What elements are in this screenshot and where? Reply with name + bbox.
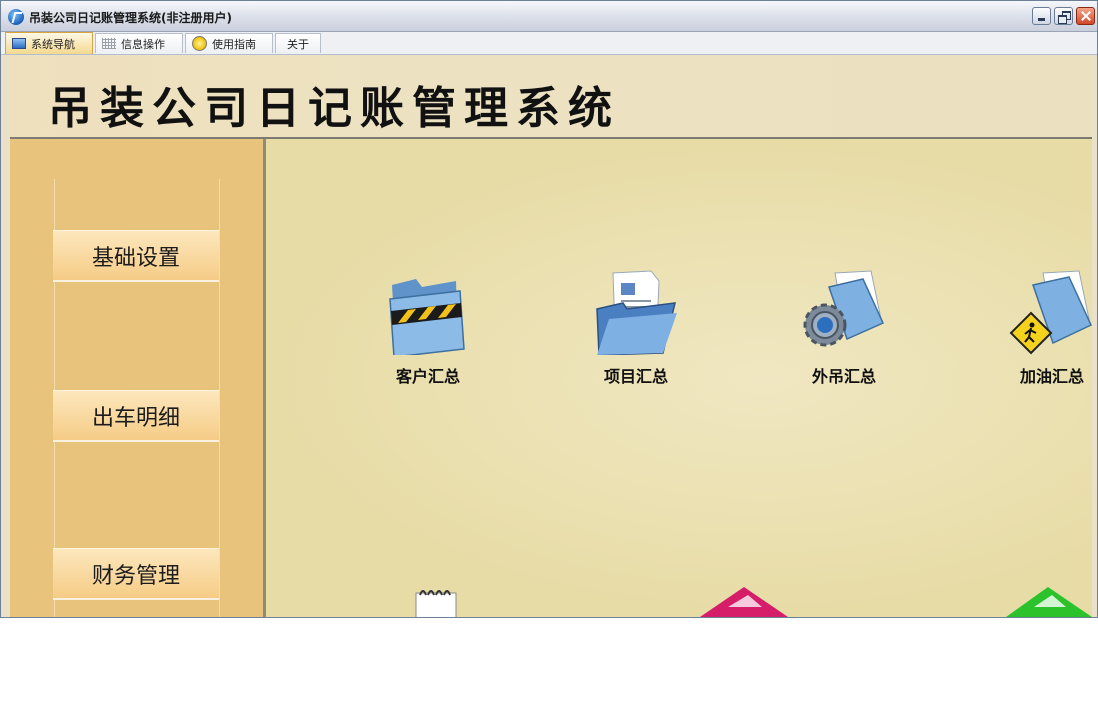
guide-icon	[192, 36, 207, 51]
sidebar-item-trip-details[interactable]: 出车明细	[53, 390, 219, 442]
title-bar[interactable]: 吊装公司日记账管理系统(非注册用户)	[1, 1, 1097, 32]
green-document-icon[interactable]	[1004, 585, 1094, 617]
project-summary-shortcut[interactable]: 项目汇总	[576, 269, 696, 387]
tab-label: 关于	[287, 37, 309, 51]
page-title: 吊装公司日记账管理系统	[48, 83, 620, 134]
document-folder-icon	[596, 270, 677, 355]
tab-info-ops[interactable]: 信息操作	[95, 33, 183, 53]
customer-summary-shortcut[interactable]: 客户汇总	[368, 269, 488, 387]
restore-button[interactable]	[1054, 7, 1073, 25]
sidebar-item-finance[interactable]: 财务管理	[53, 548, 219, 600]
shortcut-label: 项目汇总	[603, 367, 668, 386]
external-crane-summary-shortcut[interactable]: 外吊汇总	[784, 269, 904, 387]
tab-about[interactable]: 关于	[275, 33, 321, 53]
sidebar-item-basic-settings[interactable]: 基础设置	[53, 230, 219, 282]
app-logo-icon	[8, 9, 24, 25]
notepad-icon[interactable]	[410, 585, 460, 617]
tab-label: 系统导航	[31, 37, 75, 51]
app-window: 吊装公司日记账管理系统(非注册用户) 系统导航 信息操作 使用指南 关于 吊装公…	[0, 0, 1098, 618]
shortcut-label: 客户汇总	[395, 367, 460, 386]
tab-system-nav[interactable]: 系统导航	[5, 32, 93, 54]
main-content: 客户汇总 项目汇总 外吊汇总 加油汇总	[266, 139, 1092, 617]
tab-bar: 系统导航 信息操作 使用指南 关于	[1, 32, 1097, 55]
tab-label: 使用指南	[212, 37, 256, 51]
tab-user-guide[interactable]: 使用指南	[185, 33, 273, 53]
gear-folder-icon	[803, 270, 884, 347]
header-banner: 吊装公司日记账管理系统	[10, 56, 1092, 139]
shortcut-label: 加油汇总	[1019, 367, 1084, 386]
shortcut-label: 外吊汇总	[811, 367, 876, 386]
close-button[interactable]	[1076, 7, 1095, 25]
warning-sign-folder-icon	[1009, 270, 1092, 355]
minimize-button[interactable]	[1032, 7, 1051, 25]
sidebar: 基础设置 出车明细 财务管理	[10, 139, 263, 617]
window-title: 吊装公司日记账管理系统(非注册用户)	[29, 11, 232, 25]
striped-folder-icon	[389, 279, 465, 355]
nav-icon	[12, 38, 26, 49]
fuel-summary-shortcut[interactable]: 加油汇总	[992, 269, 1097, 387]
pink-document-icon[interactable]	[698, 585, 790, 617]
tab-label: 信息操作	[121, 37, 165, 51]
grid-icon	[102, 38, 116, 49]
